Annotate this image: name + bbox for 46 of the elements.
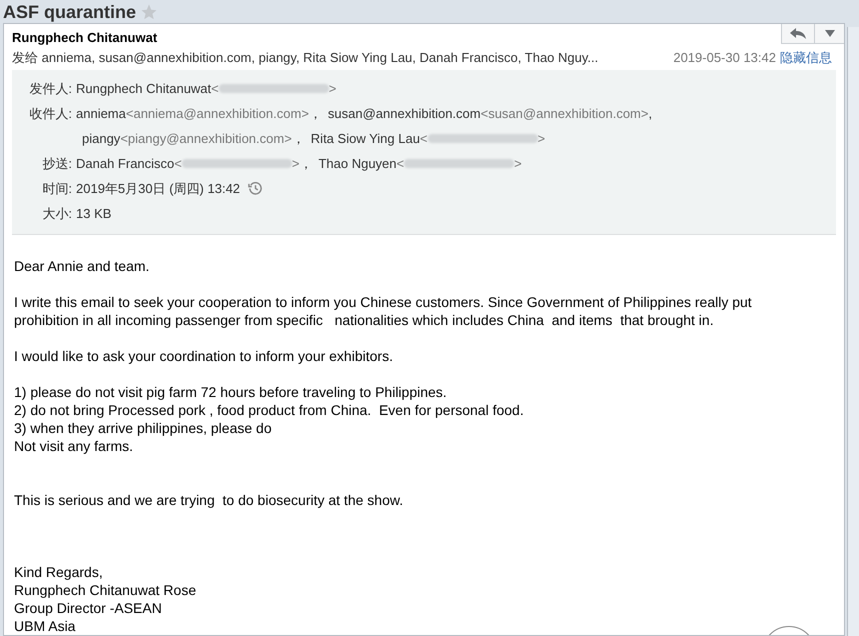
email-address: <susan@annexhibition.com> [480,105,648,123]
separator: ， [308,105,322,123]
contact-name: anniema [76,105,126,123]
recipients-summary: 发给 anniema, susan@annexhibition.com, piangy, Rita Siow Ying Lau, Danah Francisco, Thao Nguy... [12,49,598,67]
contact-name: 2019年5月30日 (周四) 13:42 [76,180,240,198]
message-paragraph: I write this email to seek your cooperation to inform you Chinese customers. Since Government of Philippines really put prohibition in all incoming passenger from specific nationalities which includes China and items that brought in. [14,293,752,329]
separator: , [648,105,652,123]
email-subject: ASF quarantine [3,2,136,20]
separator: ， [299,155,312,173]
reply-icon [790,28,806,39]
message-paragraph: Dear Annie and team. [14,257,150,275]
field-label: 发件人: [28,80,72,98]
bracket: > [514,155,522,173]
email-address: <anniema@annexhibition.com> [126,105,309,123]
contact-name: 13 KB [76,205,112,223]
contact-name: Rita Siow Ying Lau [310,130,420,148]
bracket: > [328,80,336,98]
bracket: < [211,80,219,98]
caret-icon [824,30,834,37]
email-address: <piangy@annexhibition.com> [120,130,292,148]
contact-name: susan@annexhibition.com [328,105,481,123]
bracket: < [420,130,428,148]
more-dropdown-button[interactable] [815,24,844,43]
bracket: < [174,155,182,173]
bracket: < [396,155,404,173]
bracket: > [538,130,546,148]
sent-date: 2019-05-30 13:42 [673,49,776,67]
bracket: > [292,155,300,173]
message-paragraph: This is serious and we are trying to do biosecurity at the show. [14,491,404,509]
hide-details-link[interactable]: 隐藏信息 [780,47,832,69]
star-icon[interactable] [140,2,158,20]
field-label: 大小: [41,205,72,223]
separator: ， [292,130,305,148]
contact-name: Thao Nguyen [318,155,397,173]
message-paragraph: Kind Regards, Rungphech Chitanuwat Rose Group Director -ASEAN UBM Asia [14,563,196,635]
field-label: 收件人: [28,105,72,123]
reply-button[interactable] [782,24,815,43]
field-label: 抄送: [41,155,72,173]
history-icon[interactable] [248,181,264,196]
message-paragraph: 1) please do not visit pig farm 72 hours before traveling to Philippines. 2) do not bring Processed pork , food product from China. Even for personal food. 3) when they arrive philippines, please do Not visit any farms. [14,383,524,455]
contact-name: piangy [82,130,120,148]
contact-name: Rungphech Chitanuwat [76,80,212,98]
message-paragraph: I would like to ask your coordination to inform your exhibitors. [14,347,393,365]
sender-name: Rungphech Chitanuwat [12,29,158,47]
contact-name: Danah Francisco [76,155,174,173]
field-label: 时间: [41,180,72,198]
